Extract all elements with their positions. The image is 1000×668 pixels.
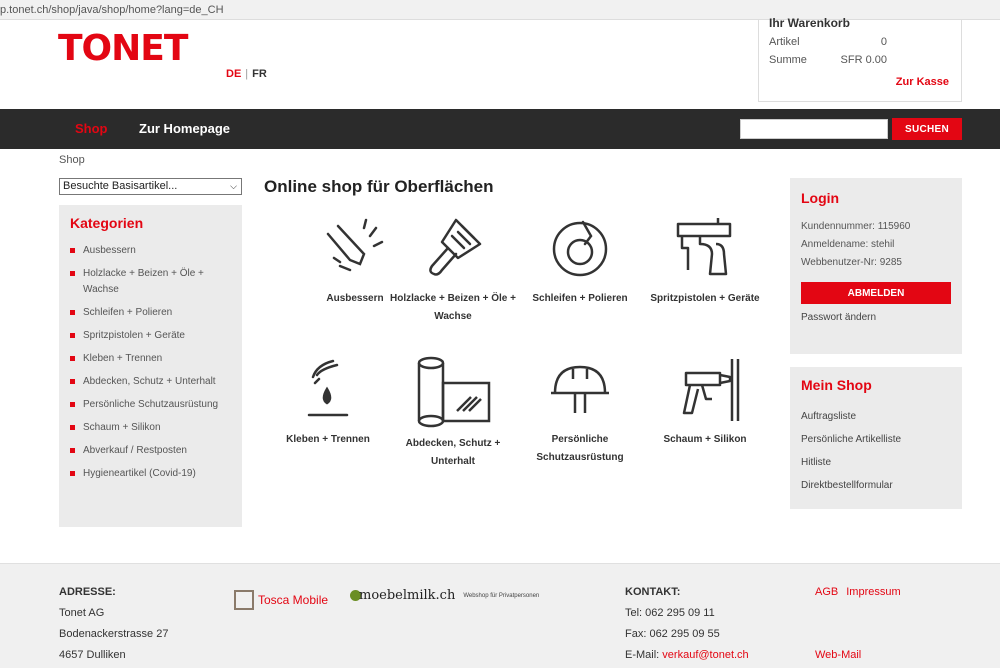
product-label: Spritzpistolen + Geräte (650, 293, 760, 304)
product-tile-spritzpistolen[interactable]: Spritzpistolen + Geräte (640, 214, 770, 308)
checkout-link[interactable]: Zur Kasse (896, 76, 949, 88)
cart-items-value: 0 (880, 36, 887, 48)
cart-total-value: SFR 0.00 (840, 54, 887, 66)
brush-icon (429, 218, 482, 276)
customer-number: Kundennummer: 115960 (801, 221, 911, 232)
search-button[interactable]: SUCHEN (892, 118, 962, 140)
product-label: Schleifen + Polieren (532, 293, 628, 304)
glue-icon (307, 359, 349, 417)
category-item[interactable]: Abdecken, Schutz + Unterhalt (70, 374, 231, 390)
change-password-link[interactable]: Passwort ändern (801, 312, 951, 323)
cart-total-label: Summe (769, 54, 807, 66)
categories-title: Kategorien (70, 215, 144, 231)
moebelmilk-label: moebelmilk.ch (359, 588, 456, 603)
login-title: Login (801, 190, 840, 206)
web-user-number: Webbenutzer-Nr: 9285 (801, 257, 902, 268)
language-switch: DE | FR (226, 68, 267, 80)
webmail-row: Web-Mail (815, 645, 909, 666)
legal-links-row: AGB Impressum (815, 582, 909, 603)
my-shop-item-articles[interactable]: Persönliche Artikelliste (801, 428, 951, 451)
product-label: Kleben + Trennen (286, 434, 370, 445)
category-item[interactable]: Schaum + Silikon (70, 420, 231, 436)
category-item[interactable]: Kleben + Trennen (70, 351, 231, 367)
login-box: Login Kundennummer: 115960 Anmeldename: … (790, 178, 962, 354)
tonet-logo[interactable]: TONET (58, 28, 188, 69)
login-name: Anmeldename: stehil (801, 239, 895, 250)
footer-address: ADRESSE: Tonet AG Bodenackerstrasse 27 4… (59, 582, 168, 666)
cart-total-row: Summe SFR 0.00 (769, 54, 887, 66)
helmet-icon (551, 365, 609, 413)
product-label: Persönliche Schutzausrüstung (536, 434, 624, 463)
my-shop-item-direct-order[interactable]: Direktbestellformular (801, 474, 951, 497)
cart-summary: Ihr Warenkorb Artikel 0 Summe SFR 0.00 Z… (758, 16, 962, 102)
caulk-gun-icon (682, 359, 740, 421)
search-input[interactable] (740, 119, 888, 139)
cart-items-row: Artikel 0 (769, 36, 887, 48)
agb-link[interactable]: AGB (815, 586, 838, 598)
visited-articles-select[interactable]: Besuchte Basisartikel... ⌵ (59, 178, 242, 195)
phone: Tel: 062 295 09 11 (625, 607, 715, 619)
page-title: Online shop für Oberflächen (264, 177, 494, 196)
category-item[interactable]: Abverkauf / Restposten (70, 443, 231, 459)
contact-title: KONTAKT: (625, 586, 681, 598)
my-shop-item-hitlist[interactable]: Hitliste (801, 451, 951, 474)
chevron-down-icon: ⌵ (230, 181, 237, 191)
category-item[interactable]: Persönliche Schutzausrüstung (70, 397, 231, 413)
city: 4657 Dulliken (59, 649, 126, 661)
footer-contact: KONTAKT: Tel: 062 295 09 11 Fax: 062 295… (625, 582, 749, 666)
cover-roll-icon (417, 356, 491, 428)
lang-fr-link[interactable]: FR (252, 68, 267, 80)
email-row: E-Mail: verkauf@tonet.ch (625, 645, 749, 666)
tosca-mobile-link[interactable]: Tosca Mobile (234, 590, 328, 610)
breadcrumb[interactable]: Shop (59, 154, 85, 166)
webmail-link[interactable]: Web-Mail (815, 649, 861, 661)
email-label: E-Mail: (625, 649, 660, 661)
spray-gun-icon (676, 218, 732, 276)
visited-select-value: Besuchte Basisartikel... (63, 180, 178, 192)
product-tile-holzlacke[interactable]: Holzlacke + Beizen + Öle + Wachse (388, 214, 518, 326)
tosca-label: Tosca Mobile (258, 593, 329, 607)
company-name: Tonet AG (59, 607, 105, 619)
category-item[interactable]: Schleifen + Polieren (70, 305, 231, 321)
product-label: Holzlacke + Beizen + Öle + Wachse (390, 293, 516, 322)
category-item[interactable]: Hygieneartikel (Covid-19) (70, 466, 231, 482)
repair-icon (326, 218, 384, 272)
address-title: ADRESSE: (59, 586, 116, 598)
nav-homepage[interactable]: Zur Homepage (139, 121, 230, 136)
categories-box: Kategorien Ausbessern Holzlacke + Beizen… (59, 205, 242, 527)
product-tile-schleifen[interactable]: Schleifen + Polieren (515, 214, 645, 308)
product-tile-kleben[interactable]: Kleben + Trennen (263, 355, 393, 449)
footer-links: AGB Impressum Web-Mail (815, 582, 909, 666)
product-tile-abdecken[interactable]: Abdecken, Schutz + Unterhalt (388, 355, 518, 471)
category-item[interactable]: Holzlacke + Beizen + Öle + Wachse (70, 266, 231, 298)
main-navbar: Shop Zur Homepage SUCHEN (0, 109, 1000, 149)
sander-icon (552, 220, 608, 277)
lang-separator: | (245, 68, 249, 80)
moebelmilk-link[interactable]: moebelmilk.ch Webshop für Privatpersonen (350, 588, 539, 603)
my-shop-item-orders[interactable]: Auftragsliste (801, 405, 951, 428)
my-shop-title: Mein Shop (801, 377, 872, 393)
product-label: Abdecken, Schutz + Unterhalt (405, 438, 501, 467)
impressum-link[interactable]: Impressum (846, 586, 900, 598)
email-link[interactable]: verkauf@tonet.ch (662, 649, 748, 661)
footer: ADRESSE: Tonet AG Bodenackerstrasse 27 4… (0, 563, 1000, 668)
lang-de-link[interactable]: DE (226, 68, 241, 80)
street: Bodenackerstrasse 27 (59, 628, 169, 640)
cart-items-label: Artikel (769, 36, 800, 48)
product-tile-schutzausruestung[interactable]: Persönliche Schutzausrüstung (515, 355, 645, 467)
category-item[interactable]: Ausbessern (70, 243, 231, 259)
logout-button[interactable]: ABMELDEN (801, 282, 951, 304)
moebelmilk-subtitle: Webshop für Privatpersonen (463, 592, 540, 599)
cart-title: Ihr Warenkorb (769, 16, 850, 30)
category-item[interactable]: Spritzpistolen + Geräte (70, 328, 231, 344)
product-label: Schaum + Silikon (663, 434, 747, 445)
my-shop-box: Mein Shop Auftragsliste Persönliche Arti… (790, 367, 962, 509)
fax: Fax: 062 295 09 55 (625, 628, 720, 640)
product-tile-schaum[interactable]: Schaum + Silikon (640, 355, 770, 449)
tosca-logo-icon (234, 590, 254, 610)
nav-shop[interactable]: Shop (75, 121, 108, 136)
